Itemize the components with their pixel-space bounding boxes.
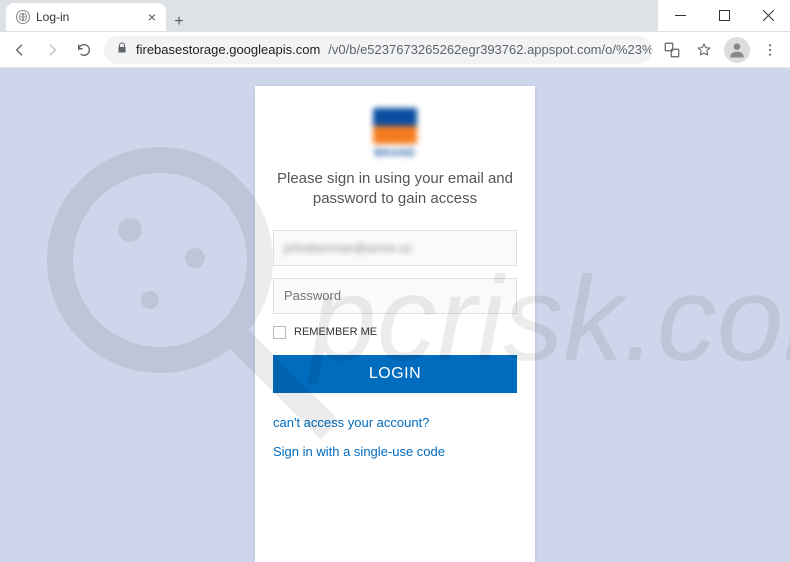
forward-button[interactable] <box>40 38 64 62</box>
lock-icon <box>116 42 128 57</box>
bookmark-star-icon[interactable] <box>692 38 716 62</box>
tab-strip: Log-in × + <box>0 0 658 31</box>
logo-icon <box>373 108 417 144</box>
menu-kebab-icon[interactable] <box>758 38 782 62</box>
remember-label: REMEMBER ME <box>294 326 377 338</box>
remember-me-row[interactable]: REMEMBER ME <box>273 326 517 339</box>
email-field[interactable]: johndoerman@acme.us <box>273 230 517 266</box>
password-input[interactable] <box>284 288 506 303</box>
close-tab-icon[interactable]: × <box>148 9 156 25</box>
instruction-text: Please sign in using your email and pass… <box>273 169 517 210</box>
browser-tab[interactable]: Log-in × <box>6 3 166 31</box>
maximize-button[interactable] <box>702 0 746 31</box>
reload-button[interactable] <box>72 38 96 62</box>
help-links: can't access your account? Sign in with … <box>273 415 517 459</box>
minimize-button[interactable] <box>658 0 702 31</box>
single-use-code-link[interactable]: Sign in with a single-use code <box>273 444 517 459</box>
page-viewport: BRAND Please sign in using your email an… <box>0 68 790 562</box>
login-card: BRAND Please sign in using your email an… <box>255 86 535 562</box>
translate-icon[interactable] <box>660 38 684 62</box>
window-controls <box>658 0 790 31</box>
tab-title: Log-in <box>36 10 142 24</box>
cant-access-link[interactable]: can't access your account? <box>273 415 517 430</box>
toolbar: firebasestorage.googleapis.com/v0/b/e523… <box>0 32 790 68</box>
login-button[interactable]: LOGIN <box>273 355 517 393</box>
globe-icon <box>16 10 30 24</box>
address-bar[interactable]: firebasestorage.googleapis.com/v0/b/e523… <box>104 36 652 64</box>
password-field[interactable] <box>273 278 517 314</box>
back-button[interactable] <box>8 38 32 62</box>
logo-text: BRAND <box>374 148 415 159</box>
brand-logo: BRAND <box>273 108 517 159</box>
new-tab-button[interactable]: + <box>166 13 192 31</box>
window-titlebar: Log-in × + <box>0 0 790 32</box>
close-window-button[interactable] <box>746 0 790 31</box>
url-host: firebasestorage.googleapis.com <box>136 42 320 57</box>
url-path: /v0/b/e5237673265262egr393762.appspot.co… <box>328 42 652 57</box>
remember-checkbox[interactable] <box>273 326 286 339</box>
email-value: johndoerman@acme.us <box>284 241 412 255</box>
profile-avatar[interactable] <box>724 37 750 63</box>
